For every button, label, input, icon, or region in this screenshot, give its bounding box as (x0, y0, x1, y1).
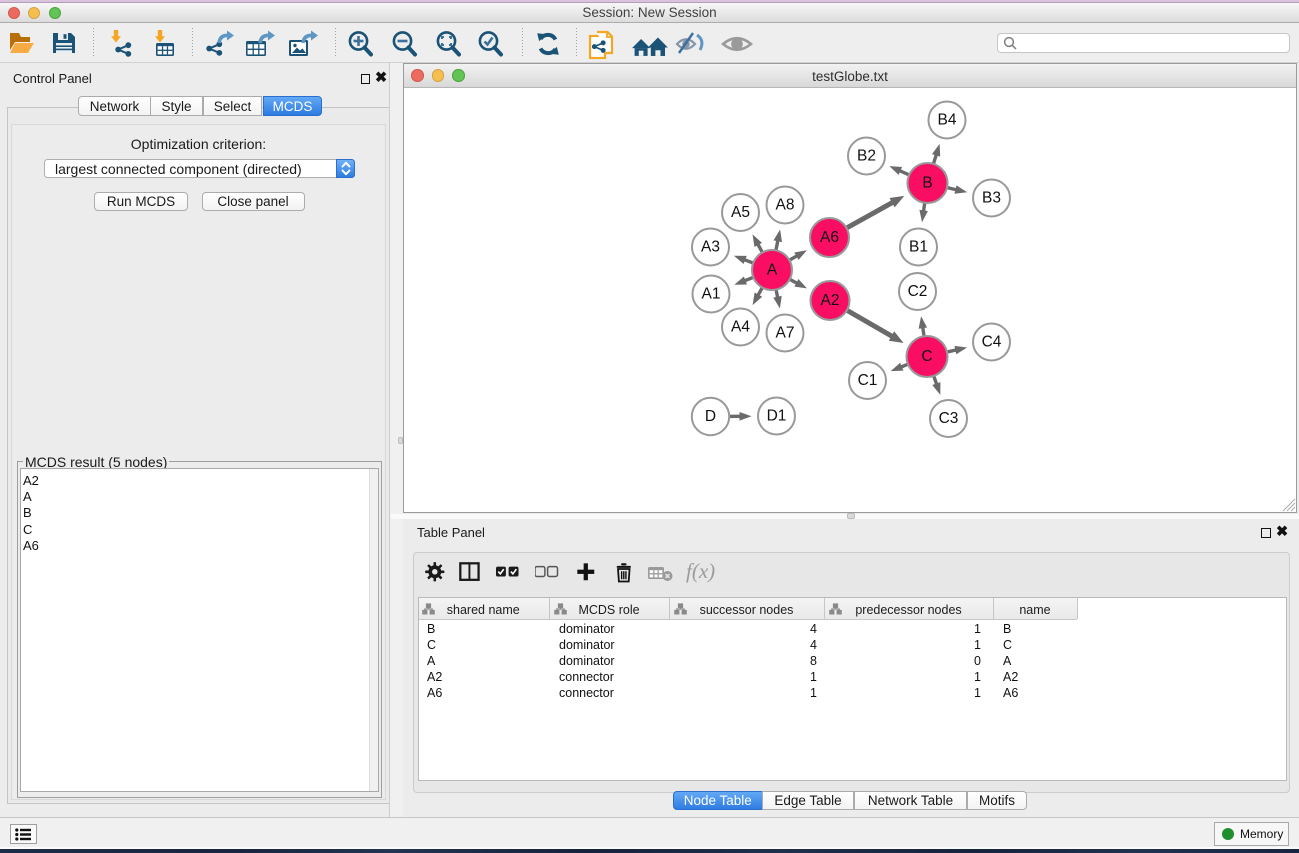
svg-text:B: B (922, 175, 932, 192)
svg-text:C1: C1 (858, 372, 878, 389)
svg-text:A3: A3 (701, 239, 720, 256)
svg-text:A2: A2 (821, 292, 840, 309)
svg-text:C: C (921, 348, 932, 365)
svg-text:A8: A8 (776, 197, 795, 214)
svg-text:A5: A5 (731, 204, 750, 221)
svg-text:B3: B3 (982, 190, 1001, 207)
svg-text:A4: A4 (731, 319, 750, 336)
svg-text:A7: A7 (776, 325, 795, 342)
svg-text:A1: A1 (702, 286, 721, 303)
svg-text:A: A (767, 262, 778, 279)
svg-text:C2: C2 (908, 283, 928, 300)
svg-text:A6: A6 (820, 229, 839, 246)
svg-text:C4: C4 (982, 334, 1002, 351)
svg-text:B4: B4 (938, 112, 957, 129)
svg-text:D1: D1 (767, 408, 787, 425)
svg-text:D: D (705, 408, 716, 425)
svg-text:B2: B2 (857, 148, 876, 165)
svg-text:C3: C3 (939, 410, 959, 427)
svg-text:B1: B1 (909, 239, 928, 256)
